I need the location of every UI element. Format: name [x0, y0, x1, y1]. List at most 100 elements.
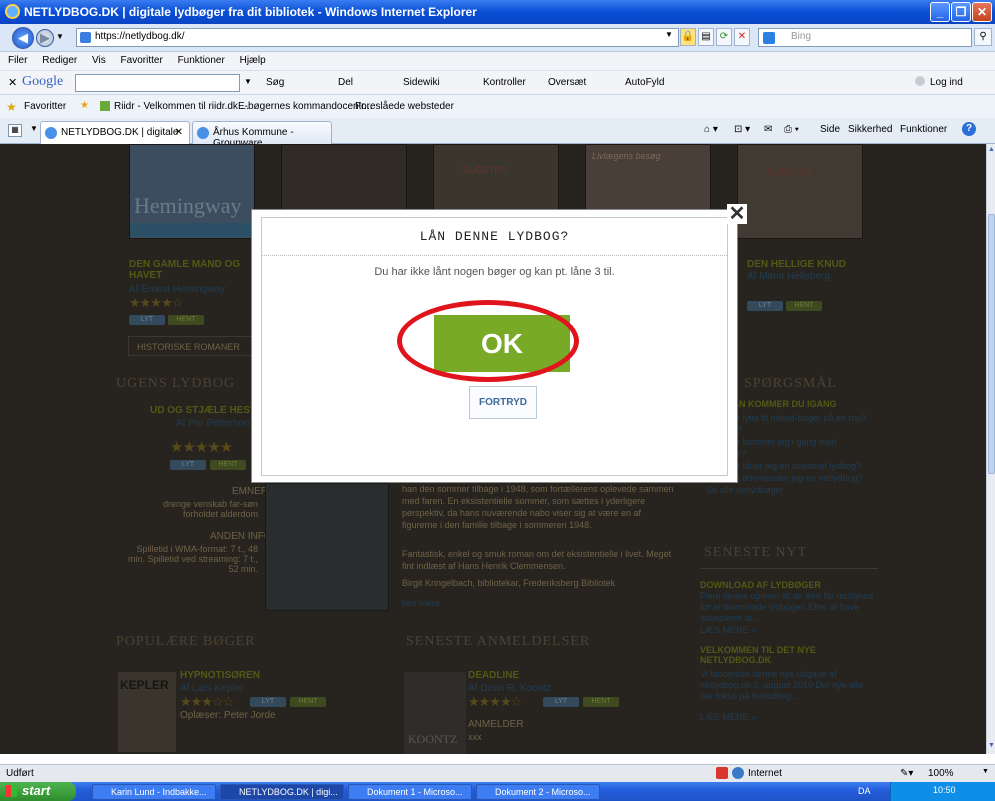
menu-tools[interactable]: Funktioner — [178, 55, 225, 66]
hent-button[interactable]: HENT — [290, 697, 326, 707]
start-button[interactable]: start — [0, 782, 76, 801]
book-title[interactable]: DEADLINE — [468, 670, 519, 681]
google-search-button[interactable]: Søg — [266, 77, 284, 88]
dialog-message: Du har ikke lånt nogen bøger og kan pt. … — [374, 266, 615, 278]
mail-icon[interactable]: ✉ — [764, 124, 772, 135]
favorite-link-ebooks[interactable]: E-bøgernes kommandocentr... — [238, 101, 373, 112]
menu-view[interactable]: Vis — [92, 55, 106, 66]
section-heading: POPULÆRE BØGER — [116, 634, 256, 649]
rating-stars: ★★★★☆ — [468, 694, 522, 709]
maximize-button[interactable]: ❐ — [951, 2, 971, 22]
feeds-icon[interactable]: ⊡ ▾ — [734, 124, 750, 135]
tab-historiske[interactable]: HISTORISKE ROMANER — [128, 336, 256, 356]
faq-item[interactable]: Se alle netlydbøger — [706, 484, 878, 496]
compatibility-icon[interactable]: ▤ — [698, 28, 714, 46]
close-dialog-button[interactable]: ✕ — [727, 204, 747, 224]
lyt-button[interactable]: LYT — [170, 460, 206, 470]
lyt-button[interactable]: LYT — [543, 697, 579, 707]
print-icon[interactable]: ⎙ ▾ — [784, 124, 799, 135]
taskbar-item-browser[interactable]: NETLYDBOG.DK | digi... — [220, 784, 344, 800]
zoom-dropdown-icon[interactable]: ▼ — [982, 768, 989, 775]
back-button[interactable]: ◀ — [12, 27, 34, 49]
address-dropdown-icon[interactable]: ▼ — [665, 30, 673, 39]
history-dropdown-icon[interactable]: ▼ — [56, 32, 64, 41]
book-title[interactable]: DEN GAMLE MAND OG HAVET — [129, 259, 259, 281]
book-cover[interactable]: KEPLER — [118, 672, 176, 752]
home-icon[interactable]: ⌂ ▾ — [704, 124, 718, 135]
news-title[interactable]: DOWNLOAD AF LYDBØGER — [700, 580, 821, 590]
search-icon[interactable]: ⚲ — [974, 28, 992, 46]
hent-button[interactable]: HENT — [210, 460, 246, 470]
zoom-level[interactable]: 100% — [928, 768, 954, 779]
close-toolbar-icon[interactable]: ✕ — [8, 76, 17, 89]
taskbar-item-doc1[interactable]: Dokument 1 - Microso... — [348, 784, 472, 800]
lock-icon[interactable]: 🔒 — [680, 28, 696, 46]
clock[interactable]: 10:50 — [933, 785, 956, 795]
scroll-down-icon[interactable]: ▼ — [988, 742, 995, 749]
page-menu[interactable]: Side — [820, 124, 840, 135]
favorites-button[interactable]: Favoritter — [24, 101, 66, 112]
cancel-button[interactable]: FORTRYD — [469, 386, 537, 419]
book-author[interactable]: Af Per Petterson — [176, 418, 249, 429]
tools-menu[interactable]: Funktioner — [900, 124, 947, 135]
google-search-dropdown-icon[interactable]: ▼ — [244, 77, 252, 86]
book-cover[interactable] — [265, 483, 389, 611]
scrollbar-thumb[interactable] — [988, 214, 995, 474]
book-title[interactable]: UD OG STJÆLE HESTE — [150, 405, 263, 416]
news-read-more[interactable]: LÆS MERE » — [700, 712, 756, 722]
menu-favorites[interactable]: Favoritter — [121, 55, 163, 66]
sidewiki-button[interactable]: Sidewiki — [403, 77, 440, 88]
menu-help[interactable]: Hjælp — [240, 55, 266, 66]
tab-netlydbog[interactable]: NETLYDBOG.DK | digitale ... ✕ — [40, 121, 190, 149]
autofill-button[interactable]: AutoFyld — [625, 77, 664, 88]
book-cover[interactable]: KOONTZ — [404, 672, 466, 754]
book-title[interactable]: DEN HELLIGE KNUD — [747, 259, 846, 270]
minimize-button[interactable]: _ — [930, 2, 950, 22]
search-input[interactable]: Bing — [758, 28, 972, 47]
add-favorite-icon[interactable]: ★ — [80, 100, 89, 111]
stop-icon[interactable]: ✕ — [734, 28, 750, 46]
help-icon[interactable]: ? — [962, 122, 976, 136]
close-tab-icon[interactable]: ✕ — [175, 127, 183, 138]
tab-aarhus[interactable]: Århus Kommune - Groupware... — [192, 121, 332, 149]
book-author[interactable]: Af Maria Helleberg — [747, 271, 830, 282]
scroll-up-icon[interactable]: ▲ — [988, 146, 995, 153]
menu-file[interactable]: Filer — [8, 55, 27, 66]
google-search-input[interactable] — [75, 74, 240, 92]
book-author[interactable]: Af Lars Kepler — [180, 683, 243, 694]
tab-list-icon[interactable]: ▼ — [30, 124, 38, 133]
read-more-link[interactable]: læs mere — [402, 598, 440, 608]
news-title[interactable]: VELKOMMEN TIL DET NYE NETLYDBOG.DK — [700, 645, 878, 665]
taskbar-item-doc2[interactable]: Dokument 2 - Microso... — [476, 784, 600, 800]
hent-button[interactable]: HENT — [786, 301, 822, 311]
lyt-button[interactable]: LYT — [250, 697, 286, 707]
book-cover[interactable]: SLÆGTEN — [737, 144, 863, 239]
menu-edit[interactable]: Rediger — [42, 55, 77, 66]
language-indicator[interactable]: DA — [858, 786, 871, 796]
hent-button[interactable]: HENT — [168, 315, 204, 325]
refresh-icon[interactable]: ⟳ — [716, 28, 732, 46]
address-field[interactable]: https://netlydbog.dk/ ▼ — [76, 28, 679, 47]
pen-icon[interactable]: ✎▾ — [900, 768, 913, 779]
safety-menu[interactable]: Sikkerhed — [848, 124, 892, 135]
favorite-link-suggested[interactable]: Foreslåede websteder — [355, 101, 454, 112]
lyt-button[interactable]: LYT — [129, 315, 165, 325]
taskbar-item-mail[interactable]: Karin Lund - Indbakke... — [92, 784, 216, 800]
lyt-button[interactable]: LYT — [747, 301, 783, 311]
quick-tabs-icon[interactable]: ▦ — [8, 124, 22, 137]
book-cover[interactable]: Hemingway — [129, 144, 256, 239]
book-author[interactable]: Af Dean R. Koontz — [468, 683, 551, 694]
book-author[interactable]: Af Ernest Hemingway — [129, 284, 225, 295]
translate-button[interactable]: Oversæt — [548, 77, 586, 88]
forward-button[interactable]: ▶ — [36, 29, 54, 47]
share-button[interactable]: Del — [338, 77, 353, 88]
vertical-scrollbar[interactable]: ▲ ▼ — [986, 144, 995, 754]
login-link[interactable]: Log ind — [930, 77, 963, 88]
page-icon — [80, 32, 91, 43]
close-window-button[interactable]: ✕ — [972, 2, 992, 22]
book-title[interactable]: HYPNOTISØREN — [180, 670, 260, 681]
favorite-link-riidr[interactable]: Riidr - Velkommen til riidr.dk ... — [114, 101, 249, 112]
hent-button[interactable]: HENT — [583, 697, 619, 707]
news-read-more[interactable]: LÆS MERE » — [700, 625, 756, 635]
spellcheck-button[interactable]: Kontroller — [483, 77, 526, 88]
